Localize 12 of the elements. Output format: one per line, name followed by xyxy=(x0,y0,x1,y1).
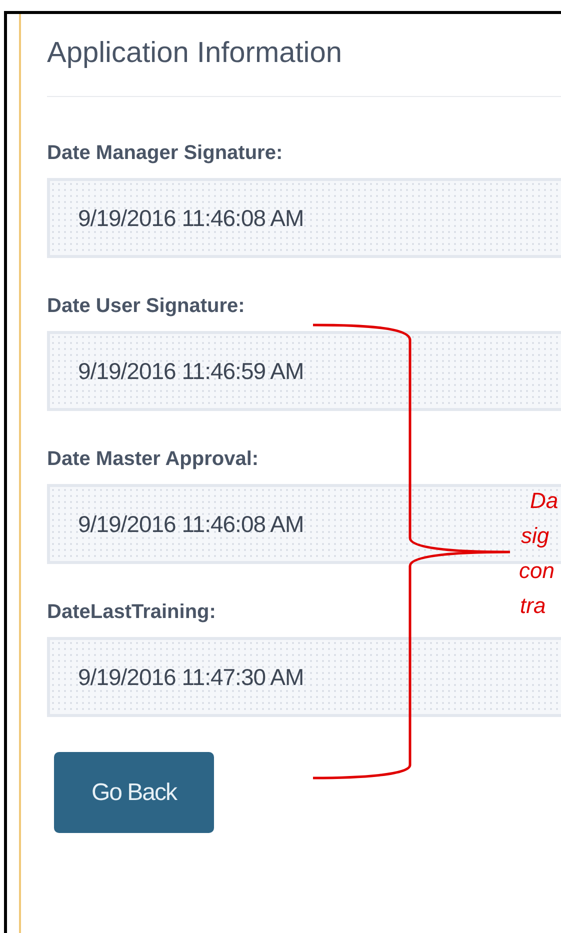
date-field[interactable]: 9/19/2016 11:47:30 AM xyxy=(47,637,561,717)
panel-title: Application Information xyxy=(47,36,343,71)
annotation-text: Da xyxy=(530,487,558,515)
field-label: Date Manager Signature: xyxy=(47,141,283,165)
date-field[interactable]: 9/19/2016 11:46:59 AM xyxy=(47,331,561,411)
field-label: Date User Signature: xyxy=(47,294,245,318)
field-label: DateLastTraining: xyxy=(47,600,216,624)
field-label: Date Master Approval: xyxy=(47,447,259,471)
go-back-button[interactable]: Go Back xyxy=(54,752,214,833)
annotation-text: sig xyxy=(521,522,550,550)
annotation-text: tra xyxy=(520,592,546,620)
date-field[interactable]: 9/19/2016 11:46:08 AM xyxy=(47,178,561,258)
